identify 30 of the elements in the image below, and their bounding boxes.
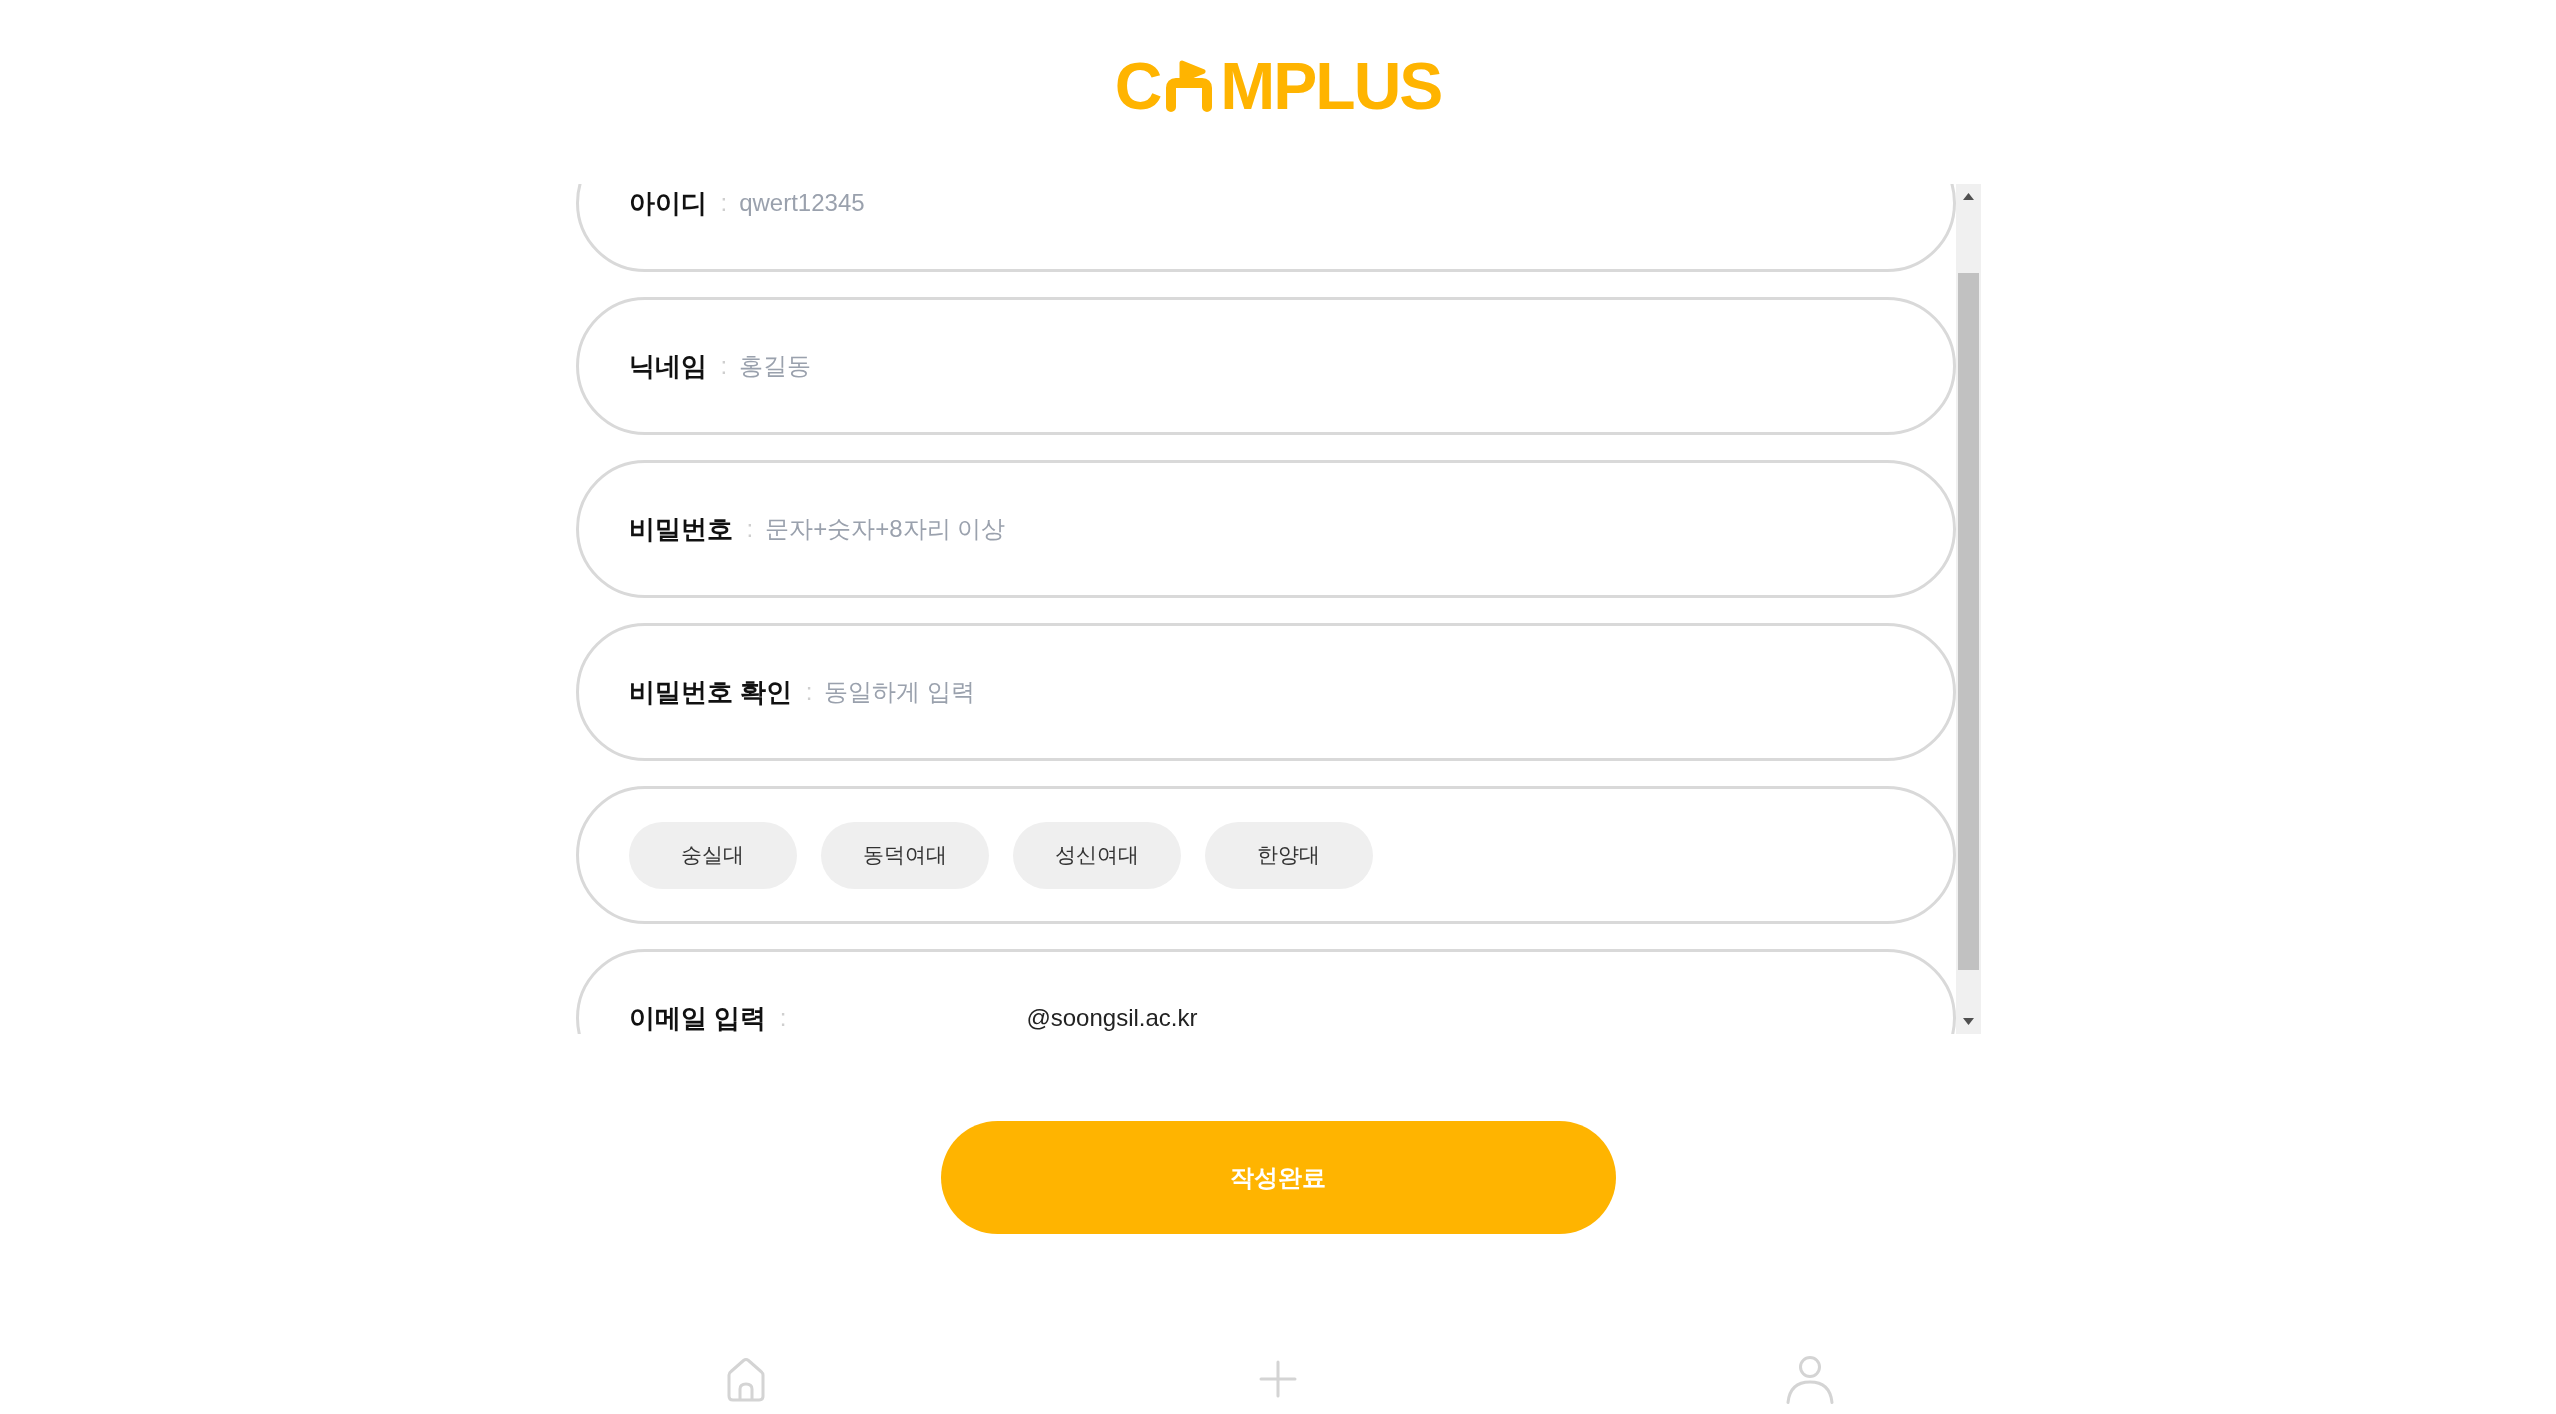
input-field[interactable]: qwert12345 <box>739 189 865 217</box>
input-field[interactable]: 문자+숫자+8자리 이상 <box>765 513 1006 545</box>
colon-separator: : <box>746 515 754 543</box>
school-chip[interactable]: 동덕여대 <box>820 821 989 889</box>
school-chip[interactable]: 한양대 <box>1204 821 1373 889</box>
school-chip[interactable]: 숭실대 <box>628 821 797 889</box>
scrollbar[interactable] <box>1955 184 1981 1034</box>
input-field[interactable]: 동일하게 입력 <box>824 676 976 708</box>
field-label: 비밀번호 확인 <box>628 675 792 709</box>
field-label: 비밀번호 <box>628 512 733 546</box>
email-domain: @soongsil.ac.kr <box>1026 1004 1198 1032</box>
home-icon[interactable] <box>725 1356 766 1402</box>
person-icon[interactable] <box>1785 1354 1836 1404</box>
input-field[interactable]: 홍길동 <box>739 350 812 382</box>
school-chip[interactable]: 성신여대 <box>1012 821 1181 889</box>
scrollbar-thumb[interactable] <box>1957 273 1979 970</box>
scroll-up-arrow-icon[interactable] <box>1962 193 1974 200</box>
colon-separator: : <box>720 352 728 380</box>
colon-separator: : <box>720 189 728 217</box>
colon-separator: : <box>805 678 813 706</box>
play-arch-icon <box>1165 60 1214 112</box>
scroll-down-arrow-icon[interactable] <box>1962 1018 1974 1025</box>
plus-icon[interactable] <box>1259 1360 1297 1398</box>
field-label: 아이디 <box>628 186 707 220</box>
colon-separator: : <box>779 1004 787 1032</box>
logo-text: MPLUS <box>1220 53 1442 119</box>
field-label: 이메일 입력 <box>628 1001 766 1034</box>
email-field[interactable]: 이메일 입력 : @soongsil.ac.kr <box>575 949 1956 1034</box>
field-label: 닉네임 <box>628 349 707 383</box>
logo-letter: C <box>1114 53 1161 119</box>
